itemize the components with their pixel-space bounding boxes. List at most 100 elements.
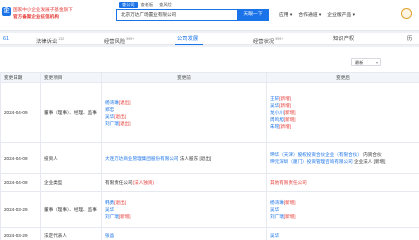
person-link[interactable]: 张晶 [105,233,114,238]
row-date: 2024-04-09 [0,82,41,143]
person-link[interactable]: 吴华 [105,114,114,119]
change-tag: (法人独资) [132,180,155,185]
nav-partners[interactable]: 合作通道 ▾ [298,11,321,18]
change-tag: [新增] [279,124,291,129]
person-link[interactable]: 朱瑶 [270,124,279,129]
tab-label: 经营状况 [253,38,275,45]
row-after: 其他有限责任公司 [266,173,419,192]
row-date: 2024-03-29 [0,227,41,240]
header-before: 变更前 [101,72,267,83]
row-item: 法定代表人 [40,227,102,240]
row-date: 2024-04-09 [0,173,41,192]
row-date: 2024-04-09 [0,142,41,174]
person-link[interactable]: 刘广瑞 [105,121,119,126]
tab-legal[interactable]: 法律诉讼132 [36,33,64,45]
header-item: 变更项目 [40,72,102,83]
active-tab-underline [175,44,203,45]
change-tag: [新增] [283,110,296,115]
tab-count: 132 [58,37,65,41]
table-row: 2024-04-09 投资人 大连万达商业管理集团股份有限公司 法人股东 [退出… [0,142,419,174]
company-type-value: 有限责任公司 [105,180,133,185]
tab-label: 公司发展 [177,36,199,42]
search-tab-company[interactable]: 查公司 [119,2,138,8]
person-link[interactable]: 刘广瑞 [105,214,119,219]
change-tag: [退出] [114,200,126,205]
row-after: 珅华（天津）股权投资合伙企业（有限合伙） 内资合伙 珅元深圳（厦门）投资管理咨询… [266,142,419,174]
person-link[interactable]: 周鸣旭 [270,117,284,122]
header-date: 变更日期 [0,72,41,83]
search-box: 天眼一下 [116,9,269,21]
change-tag: [退出] [118,120,131,126]
tab-count: 999+ [275,37,284,41]
shareholder-type: 企业法人 [新增] [353,159,386,164]
search-tab-risk[interactable]: 查风险 [156,2,175,8]
row-date: 2024-03-29 [0,191,41,228]
sort-select[interactable]: 最新 ▾ [351,58,381,66]
search-type-tabs: 查公司 查老板 查风险 [119,2,175,8]
header-after: 变更后 [266,72,419,83]
row-before: 杨湾琳[退出] 郑忠 吴华[退出] 刘广瑞[退出] [101,82,267,143]
shareholder-type: 内资合伙 [363,152,382,157]
logo[interactable]: 企 [2,7,11,16]
tab-company-info[interactable]: 61 [3,33,9,45]
nav-apps[interactable]: 应用 ▾ [279,11,292,18]
top-nav: 应用 ▾ 合作通道 ▾ 企业版产品 ▾ [279,11,361,18]
promo-line-2: 官方备案企业征信机构 [13,14,59,19]
company-link[interactable]: 大连万达商业管理集团股份有限公司 [105,156,179,161]
row-before: 张晶 [101,227,267,240]
tab-count: 999+ [126,37,135,41]
row-before: 有限责任公司(法人独资) [101,173,267,192]
promo-line-1: 国家中小企业发展子基金旗下 [13,7,73,12]
person-link[interactable]: 杨湾琳 [105,100,119,105]
table-header-row: 变更日期 变更项目 变更前 变更后 [0,72,419,83]
table-row: 2024-04-09 企业类型 有限责任公司(法人独资) 其他有限责任公司 [0,173,419,192]
person-link[interactable]: 吴华 [270,207,279,212]
change-tag: [新增] [279,96,291,101]
person-link[interactable]: 龙小川 [270,110,284,115]
company-type-value: 其他有限责任公司 [270,180,307,185]
chevron-down-icon: ▾ [375,60,378,65]
company-link[interactable]: 珅元深圳（厦门）投资管理咨询有限公司 [270,159,353,164]
tab-label: 法律诉讼 [36,38,58,45]
company-link[interactable]: 珅华（天津）股权投资合伙企业（有限合伙） [270,152,362,157]
change-tag: [新增] [279,103,291,108]
person-link[interactable]: 王轩 [270,96,279,101]
tab-label: 61 [3,36,9,42]
table-row: 2024-04-09 董事（理事）、经理、监事 杨湾琳[退出] 郑忠 吴华[退出… [0,82,419,143]
tab-label: 经营风险 [104,38,126,45]
row-item: 企业类型 [40,173,102,192]
change-tag: [退出] [114,113,126,119]
change-tag: [新增] [283,200,296,205]
person-link[interactable]: 郑忠 [105,107,114,112]
person-link[interactable]: 刘广瑞 [270,214,284,219]
section-tabs: 61 法律诉讼132 经营风险999+ 公司发展 经营状况999+ 知识产权 历 [0,33,419,45]
tab-business-risk[interactable]: 经营风险999+ [104,33,134,45]
top-bar: 企 国家中小企业发展子基金旗下 官方备案企业征信机构 查公司查老板查风险 天眼一… [0,0,419,31]
user-avatar-icon[interactable] [401,8,412,19]
person-link[interactable]: 吴华 [105,207,114,212]
promo-banner[interactable]: 国家中小企业发展子基金旗下 官方备案企业征信机构 [13,6,73,20]
tab-business-status[interactable]: 经营状况999+ [253,33,283,45]
nav-enterprise-products[interactable]: 企业版产品 ▾ [327,11,355,18]
row-after: 吴华 [266,227,419,240]
row-item: 董事（理事）、经理、监事 [40,191,102,228]
search-button[interactable]: 天眼一下 [237,9,269,21]
person-link[interactable]: 吴华 [270,233,279,238]
person-link[interactable]: 吴华 [270,103,279,108]
change-records-panel: 最新 ▾ 变更日期 变更项目 变更前 变更后 2024-04-09 董事（理事）、… [0,47,419,240]
person-link[interactable]: 杨湾琳 [270,200,284,205]
row-item: 投资人 [40,142,102,174]
change-records-table: 变更日期 变更项目 变更前 变更后 2024-04-09 董事（理事）、经理、监… [0,72,419,240]
tab-history[interactable]: 历 [407,33,412,45]
search-input[interactable] [117,10,235,20]
tab-label: 历 [407,36,413,42]
row-item: 董事（理事）、经理、监事 [40,82,102,143]
change-tag: [新增] [283,117,296,122]
table-row: 2024-03-29 董事（理事）、经理、监事 韩勇[退出] 吴华 刘广瑞[新增… [0,191,419,228]
change-tag: [新增] [118,214,131,219]
tab-intellectual-property[interactable]: 知识产权 [333,33,354,45]
person-link[interactable]: 韩勇 [105,200,114,205]
table-row: 2024-03-29 法定代表人 张晶 吴华 [0,227,419,240]
change-tag: [新增] [283,214,296,219]
search-tab-boss[interactable]: 查老板 [138,2,157,8]
